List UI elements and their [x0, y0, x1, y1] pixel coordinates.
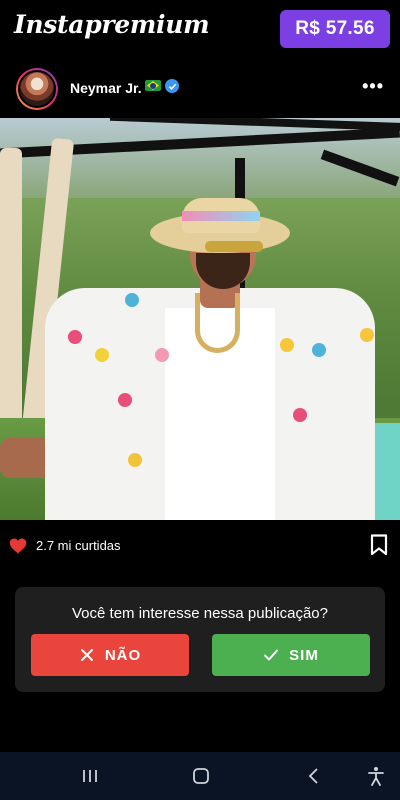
likes-row: 2.7 mi curtidas [0, 530, 400, 562]
top-bar: Instapremium R$ 57.56 [0, 0, 400, 60]
check-icon [264, 649, 279, 661]
verified-badge-icon [165, 79, 179, 93]
no-button-label: NÃO [104, 646, 142, 664]
bookmark-icon[interactable] [370, 534, 388, 556]
username-link[interactable]: Neymar Jr. [70, 80, 142, 96]
yes-button[interactable]: SIM [212, 634, 370, 676]
interest-prompt-card: Você tem interesse nessa publicação? NÃO… [15, 587, 385, 692]
system-navigation-bar [0, 752, 400, 800]
home-icon[interactable] [191, 766, 211, 786]
back-icon[interactable] [304, 766, 324, 786]
brazil-flag-icon [145, 80, 161, 91]
balance-button[interactable]: R$ 57.56 [280, 10, 390, 48]
heart-icon[interactable] [9, 537, 27, 555]
yes-button-label: SIM [289, 646, 319, 664]
avatar[interactable] [16, 68, 58, 110]
recent-apps-icon[interactable] [80, 766, 100, 786]
app-brand-logo: Instapremium [14, 10, 210, 39]
close-icon [80, 649, 93, 661]
more-options-icon[interactable]: ••• [362, 76, 384, 97]
no-button[interactable]: NÃO [31, 634, 189, 676]
post-image[interactable] [0, 118, 400, 520]
interest-question: Você tem interesse nessa publicação? [72, 605, 328, 622]
post-header: Neymar Jr. ••• [0, 66, 400, 112]
accessibility-icon[interactable] [366, 766, 386, 786]
likes-count: 2.7 mi curtidas [36, 538, 121, 553]
